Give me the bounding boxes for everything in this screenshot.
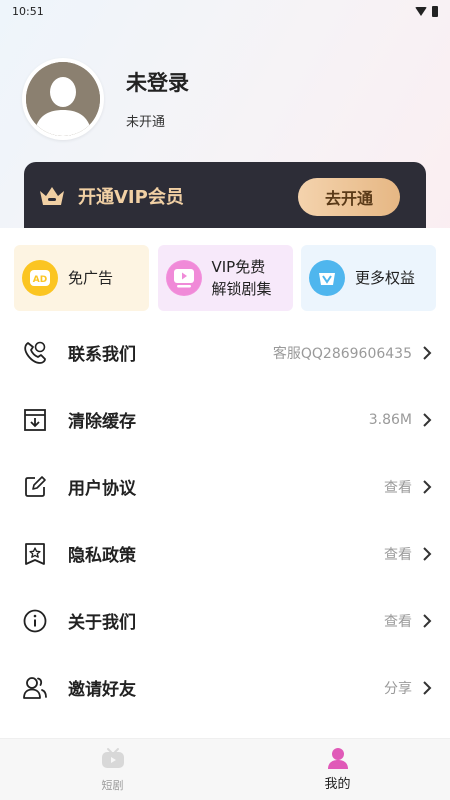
main-content: AD 免广告 VIP免费 解锁剧集 更多权益 联系我们 客服QQ28696064… (0, 228, 450, 738)
menu-label: 联系我们 (68, 345, 136, 365)
menu-item-privacy-policy[interactable]: 隐私政策 查看 (0, 520, 450, 587)
menu-item-contact[interactable]: 联系我们 客服QQ2869606435 (0, 319, 450, 386)
tab-short-drama[interactable]: 短剧 (0, 739, 225, 800)
menu-value: 查看 (384, 479, 412, 496)
profile-section[interactable]: 未登录 未开通 (22, 58, 189, 140)
menu-label: 隐私政策 (68, 546, 136, 566)
status-bar: 10:51 (0, 0, 450, 22)
menu-value: 分享 (384, 680, 412, 697)
ad-icon: AD (22, 260, 58, 296)
clear-cache-icon (24, 408, 46, 431)
menu-label: 邀请好友 (68, 680, 136, 700)
username[interactable]: 未登录 (126, 67, 189, 97)
chevron-right-icon (423, 412, 432, 427)
menu-value: 查看 (384, 613, 412, 630)
menu-value: 客服QQ2869606435 (272, 345, 412, 362)
tv-icon (101, 748, 124, 768)
menu-label: 用户协议 (68, 479, 136, 499)
menu-item-user-agreement[interactable]: 用户协议 查看 (0, 453, 450, 520)
benefit-no-ads[interactable]: AD 免广告 (14, 245, 149, 311)
bottom-tab-bar: 短剧 我的 (0, 738, 450, 800)
tv-play-icon (165, 260, 202, 296)
benefit-more[interactable]: 更多权益 (301, 245, 436, 311)
membership-status: 未开通 (126, 114, 166, 130)
chevron-right-icon (423, 479, 432, 494)
info-icon (23, 609, 47, 632)
default-avatar-icon (26, 62, 100, 136)
benefit-vip-free[interactable]: VIP免费 解锁剧集 (157, 245, 293, 311)
chevron-right-icon (423, 680, 432, 695)
menu-item-invite-friends[interactable]: 邀请好友 分享 (0, 654, 450, 721)
menu-item-clear-cache[interactable]: 清除缓存 3.86M (0, 386, 450, 453)
menu-item-about-us[interactable]: 关于我们 查看 (0, 587, 450, 654)
open-vip-button[interactable]: 去开通 (298, 178, 400, 216)
crown-icon (40, 187, 64, 205)
benefit-label-line2: 解锁剧集 (211, 280, 272, 298)
v-gift-icon (309, 260, 345, 296)
users-icon (23, 676, 47, 699)
chevron-right-icon (423, 345, 432, 360)
chevron-right-icon (423, 546, 432, 561)
benefits-row: AD 免广告 VIP免费 解锁剧集 更多权益 (0, 228, 450, 311)
menu-label: 清除缓存 (68, 412, 136, 432)
menu-value: 查看 (384, 546, 412, 563)
tab-label: 我的 (324, 777, 351, 792)
benefit-label: 免广告 (68, 269, 114, 287)
privacy-badge-icon (25, 542, 45, 565)
vip-card[interactable]: 开通VIP会员 去开通 (24, 162, 426, 234)
edit-doc-icon (25, 475, 46, 497)
contact-icon (24, 341, 46, 364)
benefit-label-line1: VIP免费 (211, 258, 266, 276)
menu-label: 关于我们 (68, 613, 136, 633)
tab-mine[interactable]: 我的 (225, 739, 450, 800)
tab-label: 短剧 (101, 779, 124, 792)
benefit-label: VIP免费 解锁剧集 (212, 256, 272, 300)
settings-menu: 联系我们 客服QQ2869606435 清除缓存 3.86M 用户协议 查看 隐… (0, 319, 450, 721)
chevron-right-icon (423, 613, 432, 628)
battery-icon (432, 5, 438, 17)
menu-value: 3.86M (368, 411, 412, 428)
avatar[interactable] (22, 58, 104, 140)
ad-badge-text: AD (33, 275, 47, 285)
wifi-icon (415, 6, 427, 16)
status-time: 10:51 (12, 4, 44, 18)
user-icon (327, 748, 348, 769)
vip-title: 开通VIP会员 (78, 187, 184, 208)
benefit-label: 更多权益 (355, 269, 416, 287)
